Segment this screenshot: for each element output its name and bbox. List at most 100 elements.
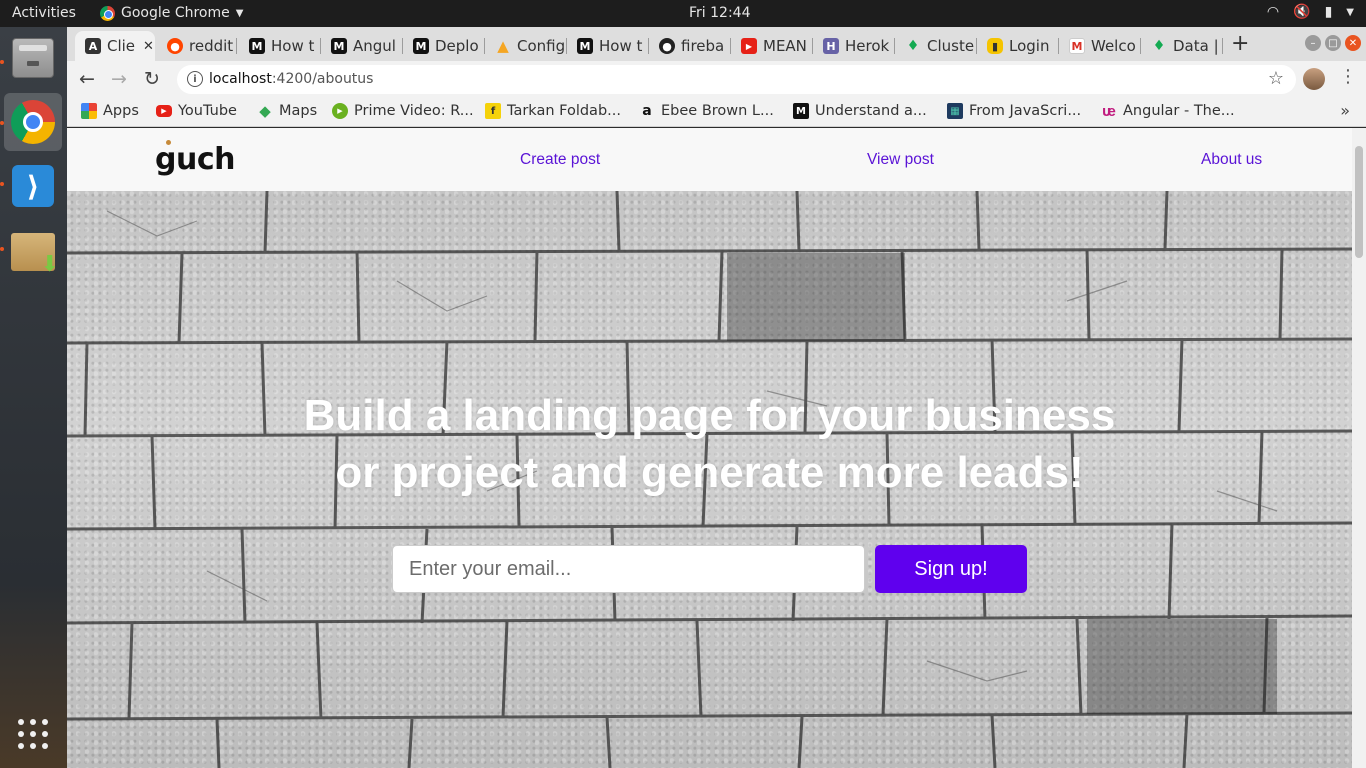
- tab[interactable]: M Welco: [1059, 31, 1141, 61]
- youtube-icon: ▶: [156, 105, 172, 117]
- nav-view-post[interactable]: View post: [867, 151, 934, 169]
- tab-active[interactable]: A Clie ✕: [75, 31, 155, 61]
- tab[interactable]: H Herok: [813, 31, 895, 61]
- tab-label: Cluste: [927, 37, 975, 55]
- tab-label: Clie: [107, 37, 136, 55]
- chrome-icon: [11, 100, 55, 144]
- nav-about-us[interactable]: About us: [1201, 151, 1262, 169]
- address-bar[interactable]: i localhost:4200/aboutus ☆: [177, 65, 1296, 94]
- more-bookmarks-icon[interactable]: »: [1340, 101, 1350, 120]
- bookmark-tarkan[interactable]: f Tarkan Foldab...: [485, 103, 621, 119]
- chrome-icon: [100, 5, 115, 21]
- bookmark-maps[interactable]: ◆ Maps: [257, 102, 317, 120]
- tab[interactable]: M How t: [239, 31, 321, 61]
- bookmark-star-icon[interactable]: ☆: [1268, 68, 1284, 89]
- youtube-icon: ▶: [741, 38, 757, 54]
- new-tab-button[interactable]: +: [1231, 31, 1249, 56]
- activities-button[interactable]: Activities: [12, 5, 76, 21]
- tab[interactable]: ♦ Cluste: [895, 31, 977, 61]
- nav-create-post[interactable]: Create post: [520, 151, 600, 169]
- tab-label: How t: [271, 37, 315, 55]
- signup-button[interactable]: Sign up!: [875, 545, 1027, 593]
- logo-dot: [166, 140, 171, 145]
- back-arrow-icon[interactable]: ←: [79, 68, 95, 90]
- url-text[interactable]: localhost:4200/aboutus: [209, 71, 373, 87]
- wifi-icon: ◠: [1266, 4, 1280, 20]
- caret-down-icon: ▼: [1346, 7, 1354, 18]
- tab-label: Config: [517, 37, 566, 55]
- info-icon[interactable]: i: [187, 71, 203, 87]
- bookmark-prime-video[interactable]: ▶ Prime Video: R...: [332, 103, 474, 119]
- tab-label: Deplo: [435, 37, 479, 55]
- hero-section: Build a landing page for your business o…: [67, 191, 1352, 768]
- tab-label: MEAN: [763, 37, 807, 55]
- prime-video-icon: ▶: [332, 103, 348, 119]
- tab[interactable]: M Deplo: [403, 31, 485, 61]
- tab-label: Angul: [353, 37, 396, 55]
- medium-icon: M: [413, 38, 429, 54]
- email-input[interactable]: [392, 545, 865, 593]
- tab-strip: A Clie ✕ ● reddit M How t M Angul M Depl…: [67, 27, 1366, 61]
- vscode-icon: ⟩: [12, 165, 54, 207]
- system-tray[interactable]: ◠ 🔇 ▮ ▼: [1267, 4, 1354, 20]
- show-applications-button[interactable]: [4, 705, 62, 763]
- maps-icon: ◆: [259, 102, 271, 120]
- medium-icon: M: [331, 38, 347, 54]
- bookmark-javascript[interactable]: ▦ From JavaScri...: [947, 103, 1081, 119]
- udemy-icon: ᵫ: [1102, 102, 1116, 120]
- kebab-menu-icon[interactable]: ⋮: [1339, 66, 1357, 87]
- clock[interactable]: Fri 12:44: [689, 5, 750, 21]
- file-cabinet-icon: [12, 38, 54, 78]
- angular-icon: A: [85, 38, 101, 54]
- tab[interactable]: M Angul: [321, 31, 403, 61]
- close-icon[interactable]: ✕: [143, 39, 154, 54]
- tab[interactable]: ● fireba: [649, 31, 731, 61]
- avatar[interactable]: [1303, 68, 1325, 90]
- bookmark-youtube[interactable]: ▶ YouTube: [156, 103, 237, 119]
- tab-label: reddit: [189, 37, 234, 55]
- tab[interactable]: M How t: [567, 31, 649, 61]
- mongodb-icon: ♦: [906, 38, 920, 54]
- bookmark-apps[interactable]: Apps: [81, 103, 139, 119]
- tab[interactable]: ▶ MEAN: [731, 31, 813, 61]
- app-menu[interactable]: Google Chrome ▼: [100, 5, 243, 21]
- app-menu-label: Google Chrome: [121, 5, 230, 21]
- dock-chrome[interactable]: [4, 93, 62, 151]
- mongodb-icon: ♦: [1152, 38, 1166, 54]
- hero-heading: Build a landing page for your business o…: [303, 391, 1116, 497]
- close-window-button[interactable]: ✕: [1345, 35, 1361, 51]
- dock-archive-manager[interactable]: [4, 223, 62, 281]
- medium-icon: M: [793, 103, 809, 119]
- tab[interactable]: ● reddit: [157, 31, 237, 61]
- browser-toolbar: ← → ↻ i localhost:4200/aboutus ☆ ⋮: [67, 61, 1366, 98]
- scrollbar-thumb[interactable]: [1355, 146, 1363, 258]
- volume-muted-icon: 🔇: [1293, 4, 1311, 20]
- archive-download-icon: [11, 233, 59, 277]
- dock: ⟩: [0, 27, 67, 768]
- tab-label: Herok: [845, 37, 890, 55]
- site-logo[interactable]: guch: [155, 140, 235, 177]
- caret-down-icon: ▼: [235, 7, 244, 19]
- page-scrollbar[interactable]: [1352, 128, 1366, 768]
- amazon-icon: a: [642, 103, 652, 119]
- bookmark-icon: f: [485, 103, 501, 119]
- tab[interactable]: ▮ Login: [977, 31, 1059, 61]
- reddit-icon: ●: [167, 38, 183, 54]
- dock-vscode[interactable]: ⟩: [4, 157, 62, 215]
- forward-arrow-icon[interactable]: →: [111, 68, 127, 90]
- gmail-icon: M: [1069, 38, 1085, 54]
- tab[interactable]: ♦ Data |: [1141, 31, 1223, 61]
- login-icon: ▮: [987, 38, 1003, 54]
- tab-label: Data |: [1173, 37, 1219, 55]
- bookmark-medium[interactable]: M Understand a...: [793, 103, 927, 119]
- tab-label: fireba: [681, 37, 725, 55]
- reload-icon[interactable]: ↻: [144, 68, 160, 90]
- bookmark-amazon[interactable]: a Ebee Brown L...: [639, 103, 774, 119]
- tab[interactable]: ▲ Config: [485, 31, 567, 61]
- minimize-button[interactable]: –: [1305, 35, 1321, 51]
- dock-files[interactable]: [4, 29, 62, 87]
- apps-grid-icon: [81, 103, 97, 119]
- bookmark-udemy[interactable]: ᵫ Angular - The...: [1101, 102, 1235, 120]
- maximize-button[interactable]: □: [1325, 35, 1341, 51]
- page-viewport: guch Create post View post About us Buil…: [67, 128, 1352, 768]
